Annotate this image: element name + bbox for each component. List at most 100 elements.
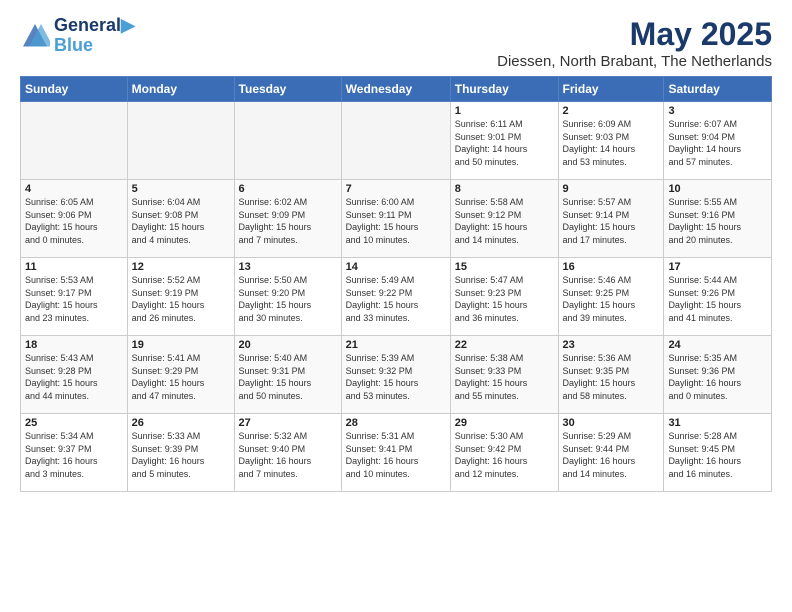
calendar-cell: 13Sunrise: 5:50 AMSunset: 9:20 PMDayligh… xyxy=(234,258,341,336)
day-number: 26 xyxy=(132,417,230,429)
day-number: 6 xyxy=(239,183,337,195)
calendar-cell: 24Sunrise: 5:35 AMSunset: 9:36 PMDayligh… xyxy=(664,336,772,414)
day-info: Sunrise: 6:04 AMSunset: 9:08 PMDaylight:… xyxy=(132,196,230,246)
day-info: Sunrise: 5:30 AMSunset: 9:42 PMDaylight:… xyxy=(455,430,554,480)
day-number: 15 xyxy=(455,261,554,273)
day-info: Sunrise: 5:29 AMSunset: 9:44 PMDaylight:… xyxy=(563,430,660,480)
calendar-cell: 10Sunrise: 5:55 AMSunset: 9:16 PMDayligh… xyxy=(664,180,772,258)
week-row-5: 25Sunrise: 5:34 AMSunset: 9:37 PMDayligh… xyxy=(21,414,772,492)
day-info: Sunrise: 6:02 AMSunset: 9:09 PMDaylight:… xyxy=(239,196,337,246)
calendar-cell: 25Sunrise: 5:34 AMSunset: 9:37 PMDayligh… xyxy=(21,414,128,492)
calendar-cell: 15Sunrise: 5:47 AMSunset: 9:23 PMDayligh… xyxy=(450,258,558,336)
day-info: Sunrise: 5:39 AMSunset: 9:32 PMDaylight:… xyxy=(346,352,446,402)
week-row-3: 11Sunrise: 5:53 AMSunset: 9:17 PMDayligh… xyxy=(21,258,772,336)
day-number: 14 xyxy=(346,261,446,273)
day-number: 4 xyxy=(25,183,123,195)
calendar-cell: 3Sunrise: 6:07 AMSunset: 9:04 PMDaylight… xyxy=(664,102,772,180)
calendar-cell: 5Sunrise: 6:04 AMSunset: 9:08 PMDaylight… xyxy=(127,180,234,258)
calendar-cell: 2Sunrise: 6:09 AMSunset: 9:03 PMDaylight… xyxy=(558,102,664,180)
day-info: Sunrise: 5:38 AMSunset: 9:33 PMDaylight:… xyxy=(455,352,554,402)
day-number: 27 xyxy=(239,417,337,429)
day-info: Sunrise: 5:36 AMSunset: 9:35 PMDaylight:… xyxy=(563,352,660,402)
day-number: 25 xyxy=(25,417,123,429)
day-info: Sunrise: 5:28 AMSunset: 9:45 PMDaylight:… xyxy=(668,430,767,480)
day-number: 7 xyxy=(346,183,446,195)
page: General▶ Blue May 2025 Diessen, North Br… xyxy=(0,0,792,502)
calendar-cell xyxy=(127,102,234,180)
col-header-tuesday: Tuesday xyxy=(234,77,341,102)
day-number: 1 xyxy=(455,105,554,117)
day-info: Sunrise: 5:46 AMSunset: 9:25 PMDaylight:… xyxy=(563,274,660,324)
calendar-cell: 17Sunrise: 5:44 AMSunset: 9:26 PMDayligh… xyxy=(664,258,772,336)
col-header-wednesday: Wednesday xyxy=(341,77,450,102)
calendar-header-row: SundayMondayTuesdayWednesdayThursdayFrid… xyxy=(21,77,772,102)
day-number: 30 xyxy=(563,417,660,429)
calendar-cell: 19Sunrise: 5:41 AMSunset: 9:29 PMDayligh… xyxy=(127,336,234,414)
day-info: Sunrise: 6:11 AMSunset: 9:01 PMDaylight:… xyxy=(455,118,554,168)
logo-text: General▶ Blue xyxy=(54,16,135,56)
day-info: Sunrise: 5:52 AMSunset: 9:19 PMDaylight:… xyxy=(132,274,230,324)
day-number: 19 xyxy=(132,339,230,351)
calendar-cell: 18Sunrise: 5:43 AMSunset: 9:28 PMDayligh… xyxy=(21,336,128,414)
day-info: Sunrise: 6:07 AMSunset: 9:04 PMDaylight:… xyxy=(668,118,767,168)
day-info: Sunrise: 5:55 AMSunset: 9:16 PMDaylight:… xyxy=(668,196,767,246)
day-number: 16 xyxy=(563,261,660,273)
col-header-friday: Friday xyxy=(558,77,664,102)
col-header-monday: Monday xyxy=(127,77,234,102)
day-info: Sunrise: 5:44 AMSunset: 9:26 PMDaylight:… xyxy=(668,274,767,324)
day-info: Sunrise: 5:40 AMSunset: 9:31 PMDaylight:… xyxy=(239,352,337,402)
day-number: 17 xyxy=(668,261,767,273)
day-info: Sunrise: 5:35 AMSunset: 9:36 PMDaylight:… xyxy=(668,352,767,402)
day-number: 5 xyxy=(132,183,230,195)
calendar-cell: 14Sunrise: 5:49 AMSunset: 9:22 PMDayligh… xyxy=(341,258,450,336)
calendar-cell: 21Sunrise: 5:39 AMSunset: 9:32 PMDayligh… xyxy=(341,336,450,414)
day-number: 22 xyxy=(455,339,554,351)
day-number: 18 xyxy=(25,339,123,351)
week-row-2: 4Sunrise: 6:05 AMSunset: 9:06 PMDaylight… xyxy=(21,180,772,258)
calendar-cell: 12Sunrise: 5:52 AMSunset: 9:19 PMDayligh… xyxy=(127,258,234,336)
day-info: Sunrise: 6:09 AMSunset: 9:03 PMDaylight:… xyxy=(563,118,660,168)
calendar-cell: 4Sunrise: 6:05 AMSunset: 9:06 PMDaylight… xyxy=(21,180,128,258)
day-number: 13 xyxy=(239,261,337,273)
day-info: Sunrise: 5:43 AMSunset: 9:28 PMDaylight:… xyxy=(25,352,123,402)
calendar-cell xyxy=(234,102,341,180)
col-header-sunday: Sunday xyxy=(21,77,128,102)
calendar-cell: 27Sunrise: 5:32 AMSunset: 9:40 PMDayligh… xyxy=(234,414,341,492)
day-info: Sunrise: 5:53 AMSunset: 9:17 PMDaylight:… xyxy=(25,274,123,324)
day-info: Sunrise: 5:58 AMSunset: 9:12 PMDaylight:… xyxy=(455,196,554,246)
logo-icon xyxy=(20,21,50,51)
col-header-thursday: Thursday xyxy=(450,77,558,102)
day-number: 11 xyxy=(25,261,123,273)
day-info: Sunrise: 5:49 AMSunset: 9:22 PMDaylight:… xyxy=(346,274,446,324)
calendar-cell: 1Sunrise: 6:11 AMSunset: 9:01 PMDaylight… xyxy=(450,102,558,180)
day-number: 29 xyxy=(455,417,554,429)
week-row-1: 1Sunrise: 6:11 AMSunset: 9:01 PMDaylight… xyxy=(21,102,772,180)
day-number: 12 xyxy=(132,261,230,273)
day-info: Sunrise: 5:33 AMSunset: 9:39 PMDaylight:… xyxy=(132,430,230,480)
day-number: 23 xyxy=(563,339,660,351)
day-number: 2 xyxy=(563,105,660,117)
day-info: Sunrise: 6:00 AMSunset: 9:11 PMDaylight:… xyxy=(346,196,446,246)
calendar-cell: 6Sunrise: 6:02 AMSunset: 9:09 PMDaylight… xyxy=(234,180,341,258)
calendar-cell: 28Sunrise: 5:31 AMSunset: 9:41 PMDayligh… xyxy=(341,414,450,492)
day-number: 9 xyxy=(563,183,660,195)
day-info: Sunrise: 6:05 AMSunset: 9:06 PMDaylight:… xyxy=(25,196,123,246)
day-number: 31 xyxy=(668,417,767,429)
calendar-cell: 7Sunrise: 6:00 AMSunset: 9:11 PMDaylight… xyxy=(341,180,450,258)
calendar-cell: 22Sunrise: 5:38 AMSunset: 9:33 PMDayligh… xyxy=(450,336,558,414)
calendar-cell: 9Sunrise: 5:57 AMSunset: 9:14 PMDaylight… xyxy=(558,180,664,258)
calendar-cell: 30Sunrise: 5:29 AMSunset: 9:44 PMDayligh… xyxy=(558,414,664,492)
day-info: Sunrise: 5:31 AMSunset: 9:41 PMDaylight:… xyxy=(346,430,446,480)
calendar-cell: 11Sunrise: 5:53 AMSunset: 9:17 PMDayligh… xyxy=(21,258,128,336)
calendar-cell: 23Sunrise: 5:36 AMSunset: 9:35 PMDayligh… xyxy=(558,336,664,414)
calendar-table: SundayMondayTuesdayWednesdayThursdayFrid… xyxy=(20,76,772,492)
col-header-saturday: Saturday xyxy=(664,77,772,102)
day-info: Sunrise: 5:50 AMSunset: 9:20 PMDaylight:… xyxy=(239,274,337,324)
calendar-cell xyxy=(21,102,128,180)
day-number: 20 xyxy=(239,339,337,351)
logo: General▶ Blue xyxy=(20,16,135,56)
week-row-4: 18Sunrise: 5:43 AMSunset: 9:28 PMDayligh… xyxy=(21,336,772,414)
calendar-cell: 26Sunrise: 5:33 AMSunset: 9:39 PMDayligh… xyxy=(127,414,234,492)
day-number: 28 xyxy=(346,417,446,429)
day-info: Sunrise: 5:41 AMSunset: 9:29 PMDaylight:… xyxy=(132,352,230,402)
